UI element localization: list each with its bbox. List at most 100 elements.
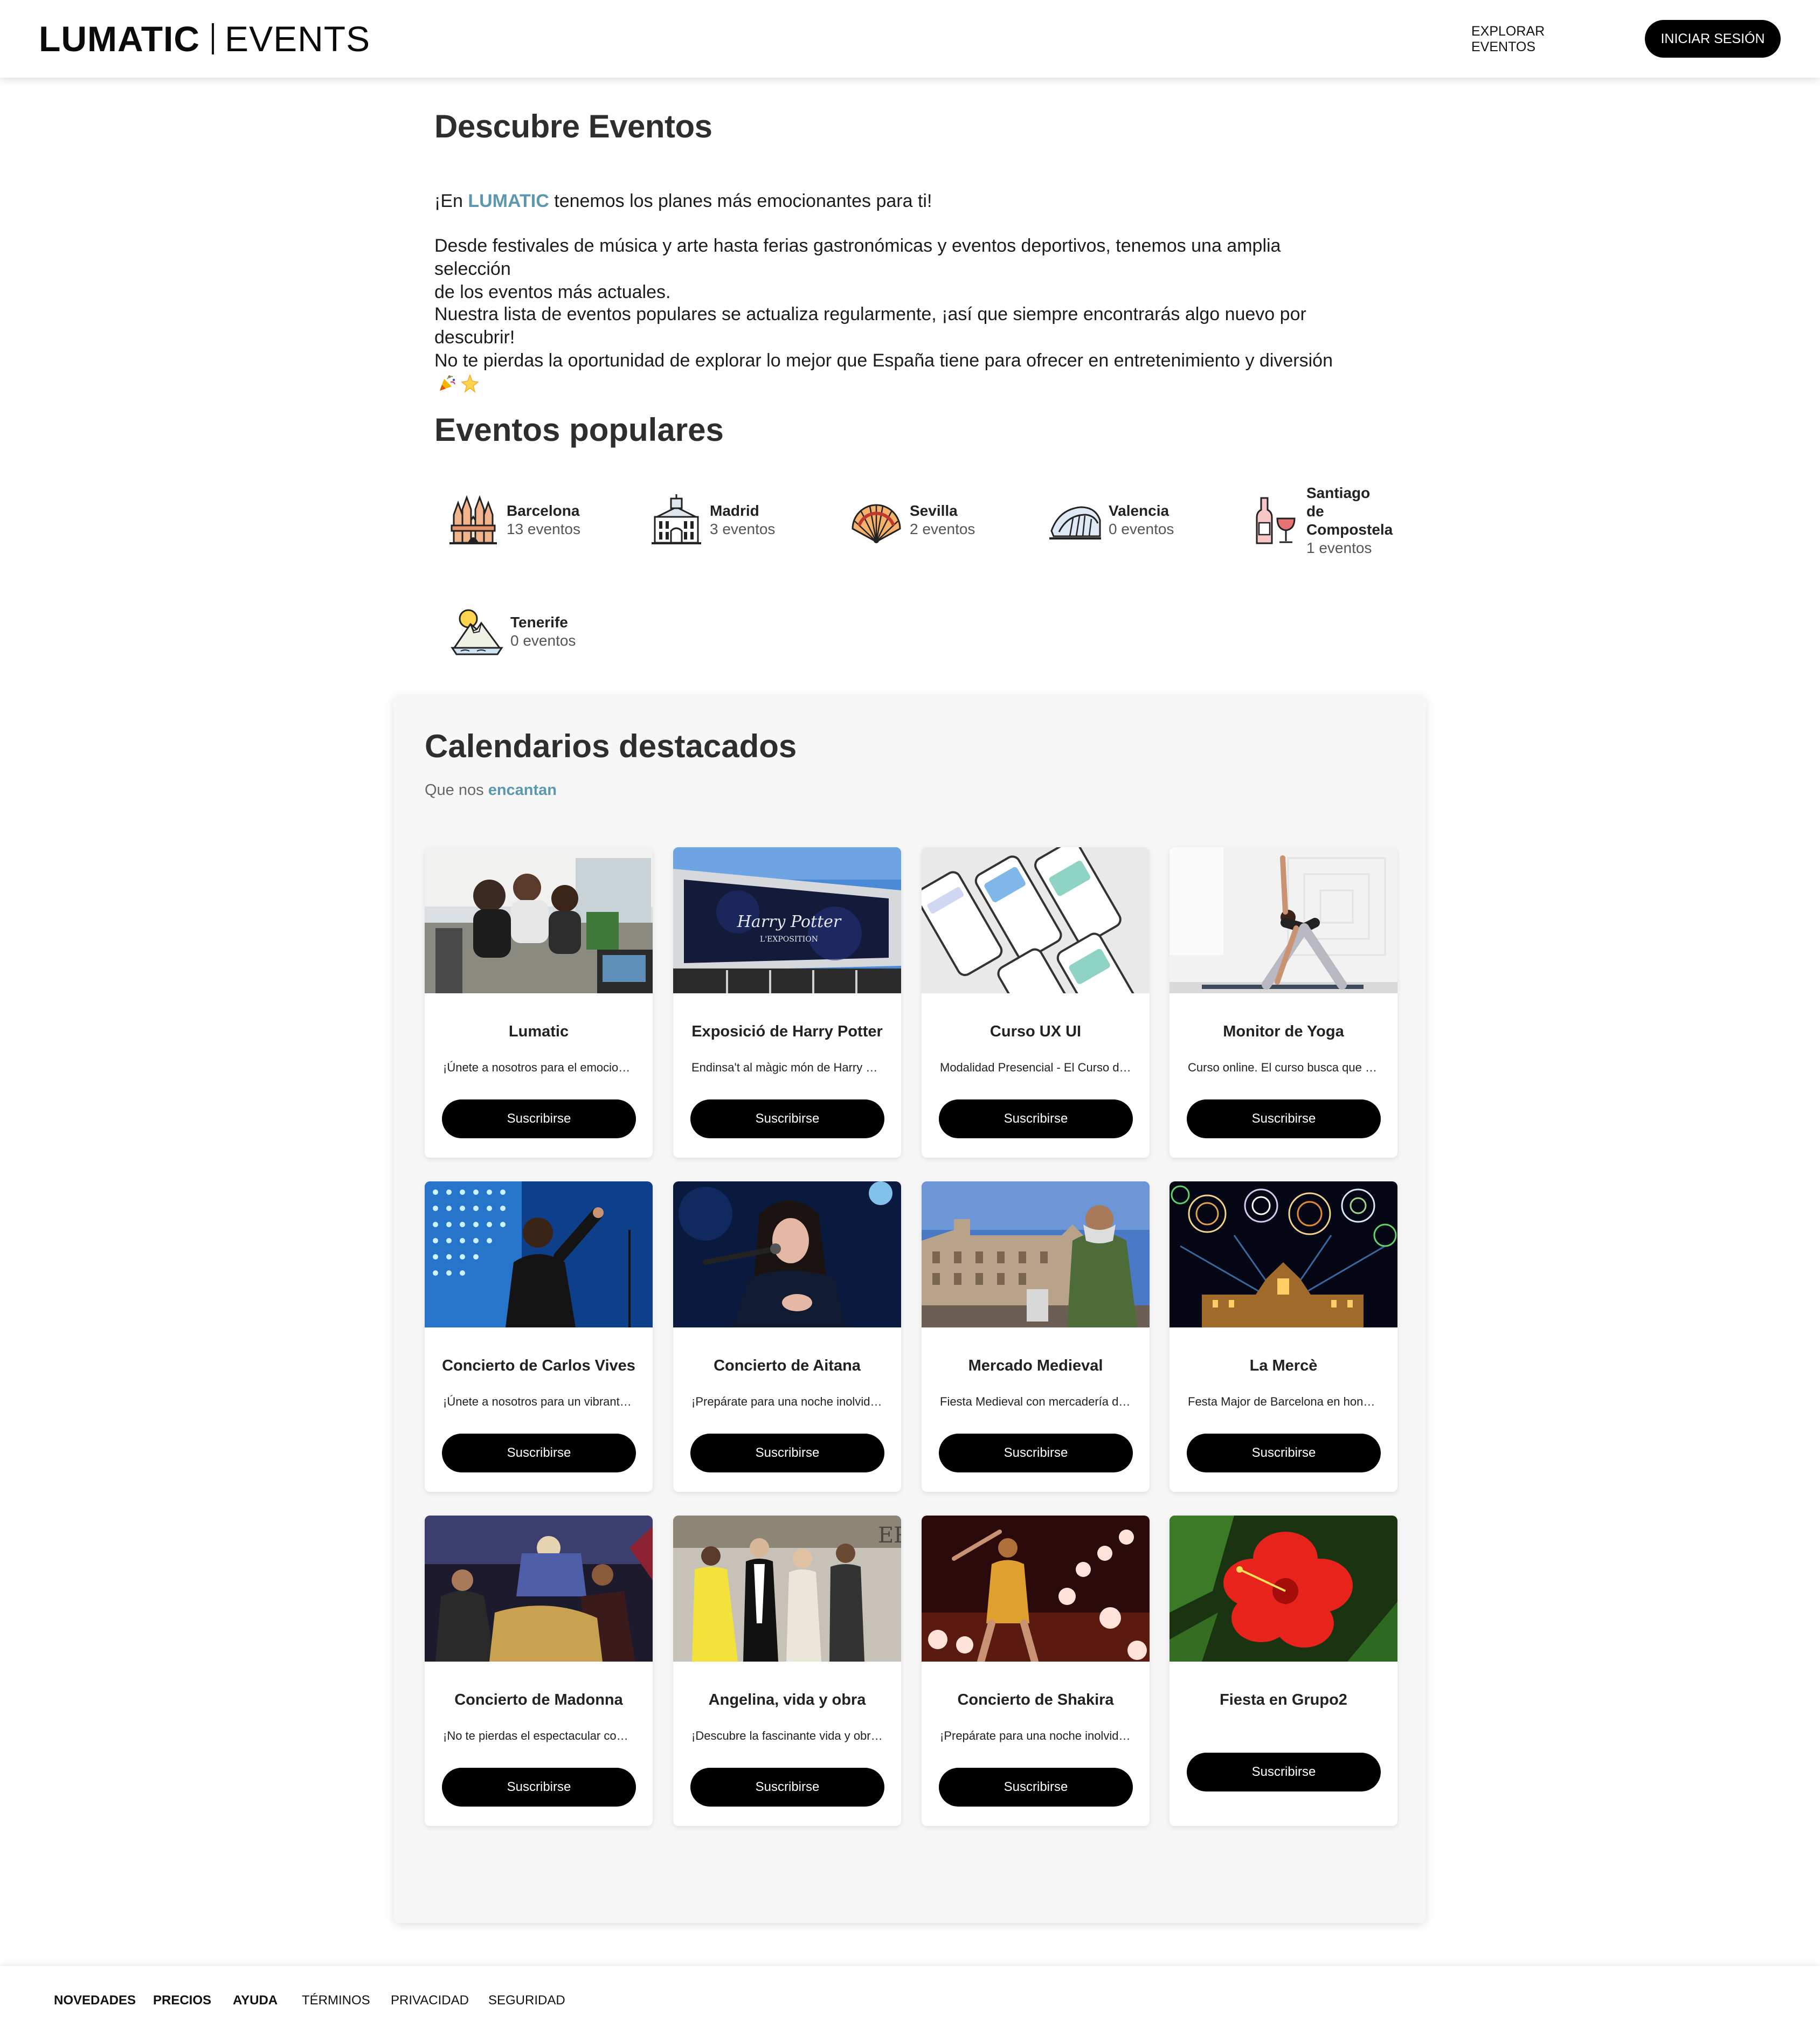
card-image xyxy=(922,1516,1150,1662)
logo-suffix: EVENTS xyxy=(225,19,371,59)
svg-text:ER: ER xyxy=(878,1523,901,1548)
subscribe-button[interactable]: Suscribirse xyxy=(442,1768,636,1807)
card-image xyxy=(425,1181,653,1327)
featured-subtitle-accent: encantan xyxy=(488,781,557,799)
card-title: Monitor de Yoga xyxy=(1223,1023,1344,1040)
intro-paragraph-1: ¡En LUMATIC tenemos los planes más emoci… xyxy=(434,190,1351,213)
card-image xyxy=(673,1181,901,1327)
card-image xyxy=(922,1181,1150,1327)
event-card-harry-potter[interactable]: Harry Potter L'EXPOSITION Exposició de H… xyxy=(673,847,901,1158)
card-title: Concierto de Shakira xyxy=(957,1691,1114,1708)
city-sevilla[interactable]: Sevilla 2 eventos xyxy=(849,493,975,547)
featured-subtitle-pre: Que nos xyxy=(425,781,488,799)
city-name: Tenerife xyxy=(510,614,568,631)
card-image xyxy=(425,1516,653,1662)
intro-p2-line1: Desde festivales de música y arte hasta … xyxy=(434,236,1281,279)
sagrada-familia-icon xyxy=(449,495,497,544)
footer-link-precios[interactable]: PRECIOS xyxy=(153,1993,211,2008)
intro-p4-text: No te pierdas la oportunidad de explorar… xyxy=(434,350,1333,371)
party-popper-icon xyxy=(440,375,455,391)
city-valencia[interactable]: Valencia 0 eventos xyxy=(1048,493,1174,547)
city-count: 1 eventos xyxy=(1306,539,1372,556)
intro-p1-pre: ¡En xyxy=(434,191,468,211)
card-description: Modalidad Presencial - El Curso de diseñ… xyxy=(940,1061,1131,1074)
card-description: Curso online. El curso busca que el alum… xyxy=(1188,1061,1379,1074)
subscribe-button[interactable]: Suscribirse xyxy=(690,1434,884,1472)
subscribe-button[interactable]: Suscribirse xyxy=(939,1434,1133,1472)
city-count: 13 eventos xyxy=(507,521,580,537)
city-count: 3 eventos xyxy=(710,521,776,537)
event-card-madonna[interactable]: Concierto de Madonna ¡No te pierdas el e… xyxy=(425,1516,653,1826)
subscribe-button[interactable]: Suscribirse xyxy=(1187,1099,1381,1138)
city-text: Santiago de Compostela 1 eventos xyxy=(1306,484,1393,557)
subscribe-button[interactable]: Suscribirse xyxy=(442,1434,636,1472)
footer-link-novedades[interactable]: NOVEDADES xyxy=(54,1993,136,2008)
event-card-angelina[interactable]: ER Angelina, vida y obra ¡Descubre la fa… xyxy=(673,1516,901,1826)
footer-link-privacidad[interactable]: PRIVACIDAD xyxy=(391,1993,469,2008)
city-name-line2: de xyxy=(1306,503,1324,520)
city-name-line1: Santiago xyxy=(1306,485,1371,501)
city-madrid[interactable]: Madrid 3 eventos xyxy=(649,493,775,547)
card-description: Fiesta Medieval con mercadería de artesa… xyxy=(940,1395,1131,1408)
event-card-la-merce[interactable]: La Mercè Festa Major de Barcelona en hon… xyxy=(1169,1181,1397,1492)
footer: NOVEDADES PRECIOS AYUDA TÉRMINOS PRIVACI… xyxy=(0,1966,1820,2020)
card-image xyxy=(1169,847,1397,993)
event-card-shakira[interactable]: Concierto de Shakira ¡Prepárate para una… xyxy=(922,1516,1150,1826)
subscribe-button[interactable]: Suscribirse xyxy=(690,1099,884,1138)
event-card-fiesta-grupo2[interactable]: Fiesta en Grupo2 Suscribirse xyxy=(1169,1516,1397,1826)
subscribe-button[interactable]: Suscribirse xyxy=(939,1768,1133,1807)
card-title: La Mercè xyxy=(1249,1357,1318,1374)
footer-link-ayuda[interactable]: AYUDA xyxy=(233,1993,278,2008)
subscribe-button[interactable]: Suscribirse xyxy=(939,1099,1133,1138)
intro-p2-line2: de los eventos más actuales. xyxy=(434,282,671,302)
page-title: Descubre Eventos xyxy=(434,108,712,144)
intro-paragraph-3: Nuestra lista de eventos populares se ac… xyxy=(434,304,1306,348)
footer-link-terminos[interactable]: TÉRMINOS xyxy=(302,1993,370,2008)
featured-title: Calendarios destacados xyxy=(425,728,797,764)
city-barcelona[interactable]: Barcelona 13 eventos xyxy=(446,493,580,547)
event-card-aitana[interactable]: Concierto de Aitana ¡Prepárate para una … xyxy=(673,1181,901,1492)
subscribe-button[interactable]: Suscribirse xyxy=(1187,1753,1381,1791)
logo-separator xyxy=(212,23,214,54)
card-image xyxy=(1169,1516,1397,1662)
city-name-line3: Compostela xyxy=(1306,521,1393,538)
card-description: Endinsa't al màgic món de Harry Potter xyxy=(691,1061,883,1074)
site-logo[interactable]: LUMATIC EVENTS xyxy=(39,17,370,60)
sparkle-star-icon xyxy=(461,373,479,393)
subscribe-button[interactable]: Suscribirse xyxy=(690,1768,884,1807)
event-card-ux-ui[interactable]: Curso UX UI Modalidad Presencial - El Cu… xyxy=(922,847,1150,1158)
event-card-carlos-vives[interactable]: Concierto de Carlos Vives ¡Únete a nosot… xyxy=(425,1181,653,1492)
intro-paragraph-4: No te pierdas la oportunidad de explorar… xyxy=(434,349,1351,396)
city-name: Barcelona xyxy=(507,502,580,519)
footer-link-seguridad[interactable]: SEGURIDAD xyxy=(488,1993,565,2008)
card-image: Harry Potter L'EXPOSITION xyxy=(673,847,901,993)
explore-events-link[interactable]: EXPLORAR EVENTOS xyxy=(1471,24,1611,54)
card-title: Concierto de Carlos Vives xyxy=(442,1357,635,1374)
card-description: Festa Major de Barcelona en honor a la M… xyxy=(1188,1395,1379,1408)
madrid-building-icon xyxy=(652,494,701,544)
subscribe-button[interactable]: Suscribirse xyxy=(442,1099,636,1138)
wine-bottle-icon xyxy=(1256,497,1296,544)
teide-mountain-icon xyxy=(451,609,503,655)
card-description: ¡Prepárate para una noche inolvidable co… xyxy=(940,1729,1131,1742)
city-santiago[interactable]: Santiago de Compostela 1 eventos xyxy=(1246,484,1393,557)
city-tenerife[interactable]: Tenerife 0 eventos xyxy=(450,605,576,659)
city-text: Madrid 3 eventos xyxy=(710,502,775,538)
subscribe-button[interactable]: Suscribirse xyxy=(1187,1434,1381,1472)
svg-text:L'EXPOSITION: L'EXPOSITION xyxy=(760,935,818,944)
city-text: Tenerife 0 eventos xyxy=(510,613,576,650)
city-name: Sevilla xyxy=(910,502,958,519)
card-title: Concierto de Aitana xyxy=(714,1357,861,1374)
card-description: ¡Descubre la fascinante vida y obra de A… xyxy=(691,1729,883,1742)
login-button[interactable]: INICIAR SESIÓN xyxy=(1645,20,1781,58)
event-card-mercado-medieval[interactable]: Mercado Medieval Fiesta Medieval con mer… xyxy=(922,1181,1150,1492)
event-card-lumatic[interactable]: Lumatic ¡Únete a nosotros para el emocio… xyxy=(425,847,653,1158)
city-text: Barcelona 13 eventos xyxy=(507,502,580,538)
ciudad-artes-icon xyxy=(1049,506,1101,539)
card-title: Curso UX UI xyxy=(989,1023,1082,1040)
card-description: ¡Únete a nosotros para un vibrante conci… xyxy=(443,1395,634,1408)
card-description: ¡Prepárate para una noche inolvidable co… xyxy=(691,1395,883,1408)
event-card-yoga[interactable]: Monitor de Yoga Curso online. El curso b… xyxy=(1169,847,1397,1158)
logo-brand: LUMATIC xyxy=(39,19,200,59)
city-text: Valencia 0 eventos xyxy=(1109,502,1174,538)
